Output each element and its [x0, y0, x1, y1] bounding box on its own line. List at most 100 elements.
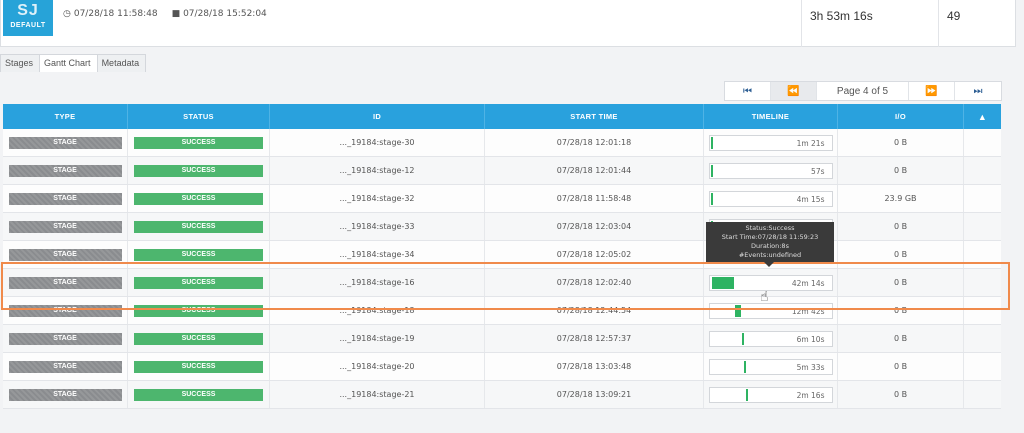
table-row[interactable]: STAGE SUCCESS ..._19184:stage-16 07/28/18 1… — [3, 269, 1001, 297]
id-cell: ..._19184:stage-12 — [270, 157, 485, 184]
next-page-button[interactable]: ⏩ — [909, 82, 955, 100]
io-cell: 0 B — [838, 381, 964, 408]
io-cell: 0 B — [838, 269, 964, 296]
stage-table: TYPE STATUS ID START TIME TIMELINE I/O ▲… — [3, 104, 1001, 409]
stage-id: ..._19184:stage-18 — [339, 306, 415, 315]
timeline-bar[interactable]: 42m 14s — [708, 274, 833, 291]
stage-start-time: 07/28/18 12:57:37 — [556, 334, 632, 343]
timeline-bar[interactable]: 6m 10s — [708, 330, 833, 347]
table-row[interactable]: STAGE SUCCESS ..._19184:stage-33 07/28/18 1… — [3, 213, 1001, 241]
type-cell: STAGE — [3, 213, 128, 240]
id-cell: ..._19184:stage-30 — [270, 129, 485, 156]
tab-gantt-chart[interactable]: Gantt Chart — [39, 54, 98, 72]
timeline-bar[interactable]: 12m 42s — [708, 302, 833, 319]
table-row[interactable]: STAGE SUCCESS ..._19184:stage-12 07/28/18 1… — [3, 157, 1001, 185]
timeline-fill — [743, 360, 746, 373]
table-row[interactable]: STAGE SUCCESS ..._19184:stage-21 07/28/18 1… — [3, 381, 1001, 409]
first-page-icon: ⏮ — [743, 85, 752, 97]
stage-io: 0 B — [893, 166, 908, 175]
timeline-fill — [711, 276, 734, 289]
status-badge: SUCCESS — [134, 164, 263, 177]
job-count: 49 — [938, 0, 1017, 47]
tooltip-status: Status:Success — [745, 224, 795, 232]
first-page-button[interactable]: ⏮ — [725, 82, 771, 100]
table-row[interactable]: STAGE SUCCESS ..._19184:stage-20 07/28/18 1… — [3, 353, 1001, 381]
stage-id: ..._19184:stage-12 — [339, 166, 415, 175]
last-page-icon: ⏭ — [973, 85, 983, 97]
start-cell: 07/28/18 13:03:48 — [485, 353, 704, 380]
type-pill: STAGE — [8, 276, 122, 289]
io-cell: 0 B — [838, 353, 964, 380]
empty-cell — [964, 185, 1001, 212]
id-cell: ..._19184:stage-16 — [270, 269, 485, 296]
col-start-time[interactable]: START TIME — [485, 104, 704, 129]
table-row[interactable]: STAGE SUCCESS ..._19184:stage-30 07/28/18 1… — [3, 129, 1001, 157]
timeline-bar[interactable]: 1m 21s — [708, 134, 833, 151]
stage-start-time: 07/28/18 12:01:44 — [556, 166, 632, 175]
stage-start-time: 07/28/18 12:02:40 — [556, 278, 632, 287]
timeline-duration: 42m 14s — [791, 278, 825, 288]
timeline-bar[interactable]: 4m 15s — [708, 190, 833, 207]
timeline-cell: 1m 21s — [704, 129, 838, 156]
last-page-button[interactable]: ⏭ — [955, 82, 1001, 100]
timeline-bar[interactable]: 57s — [708, 162, 833, 179]
type-cell: STAGE — [3, 269, 128, 296]
id-cell: ..._19184:stage-21 — [270, 381, 485, 408]
empty-cell — [964, 157, 1001, 184]
timeline-duration: 2m 16s — [796, 390, 825, 400]
timeline-duration: 6m 10s — [796, 334, 825, 344]
col-type[interactable]: TYPE — [3, 104, 128, 129]
timeline-cell: 57s — [704, 157, 838, 184]
stop-icon: ■ — [171, 9, 181, 19]
status-badge: SUCCESS — [134, 360, 263, 373]
timeline-cell: 5m 33s — [704, 353, 838, 380]
col-status[interactable]: STATUS — [128, 104, 270, 129]
io-cell: 0 B — [838, 325, 964, 352]
id-cell: ..._19184:stage-19 — [270, 325, 485, 352]
type-cell: STAGE — [3, 381, 128, 408]
table-row[interactable]: STAGE SUCCESS ..._19184:stage-18 07/28/18 1… — [3, 297, 1001, 325]
timeline-cell: 6m 10s — [704, 325, 838, 352]
col-id[interactable]: ID — [270, 104, 485, 129]
timeline-duration: 57s — [811, 166, 825, 176]
timeline-cell: 42m 14s — [704, 269, 838, 296]
stage-id: ..._19184:stage-33 — [339, 222, 415, 231]
sort-toggle[interactable]: ▲ — [964, 104, 1001, 129]
col-timeline[interactable]: TIMELINE — [704, 104, 838, 129]
empty-cell — [964, 241, 1001, 268]
type-pill: STAGE — [8, 248, 122, 261]
status-badge: SUCCESS — [134, 192, 263, 205]
start-cell: 07/28/18 12:44:54 — [485, 297, 704, 324]
type-pill: STAGE — [8, 360, 122, 373]
timeline-bar[interactable]: 5m 33s — [708, 358, 833, 375]
start-cell: 07/28/18 12:03:04 — [485, 213, 704, 240]
col-io[interactable]: I/O — [838, 104, 964, 129]
start-cell: 07/28/18 12:02:40 — [485, 269, 704, 296]
tab-metadata[interactable]: Metadata — [96, 54, 147, 72]
job-badge-label: DEFAULT — [10, 22, 46, 29]
job-badge: SJ DEFAULT — [3, 0, 53, 36]
timeline-tooltip: Status:Success Start Time:07/28/18 11:59… — [706, 222, 834, 267]
stage-io: 0 B — [893, 138, 908, 147]
clock-icon: ◷ — [63, 9, 71, 19]
stage-id: ..._19184:stage-34 — [339, 250, 415, 259]
status-badge: SUCCESS — [134, 248, 263, 261]
table-row[interactable]: STAGE SUCCESS ..._19184:stage-32 07/28/18 1… — [3, 185, 1001, 213]
job-initials: SJ — [17, 2, 39, 19]
start-cell: 07/28/18 12:05:02 — [485, 241, 704, 268]
prev-page-button[interactable]: ⏪ — [771, 82, 817, 100]
table-row[interactable]: STAGE SUCCESS ..._19184:stage-34 07/28/18 1… — [3, 241, 1001, 269]
timeline-fill — [734, 304, 741, 317]
tab-stages[interactable]: Stages — [0, 54, 41, 72]
start-cell: 07/28/18 13:09:21 — [485, 381, 704, 408]
id-cell: ..._19184:stage-20 — [270, 353, 485, 380]
empty-cell — [964, 325, 1001, 352]
type-cell: STAGE — [3, 353, 128, 380]
stage-id: ..._19184:stage-20 — [339, 362, 415, 371]
id-cell: ..._19184:stage-33 — [270, 213, 485, 240]
stage-start-time: 07/28/18 12:03:04 — [556, 222, 632, 231]
timeline-bar[interactable]: 2m 16s — [708, 386, 833, 403]
io-cell: 0 B — [838, 129, 964, 156]
table-row[interactable]: STAGE SUCCESS ..._19184:stage-19 07/28/18 1… — [3, 325, 1001, 353]
tab-bar: Stages Gantt Chart Metadata — [0, 54, 147, 72]
